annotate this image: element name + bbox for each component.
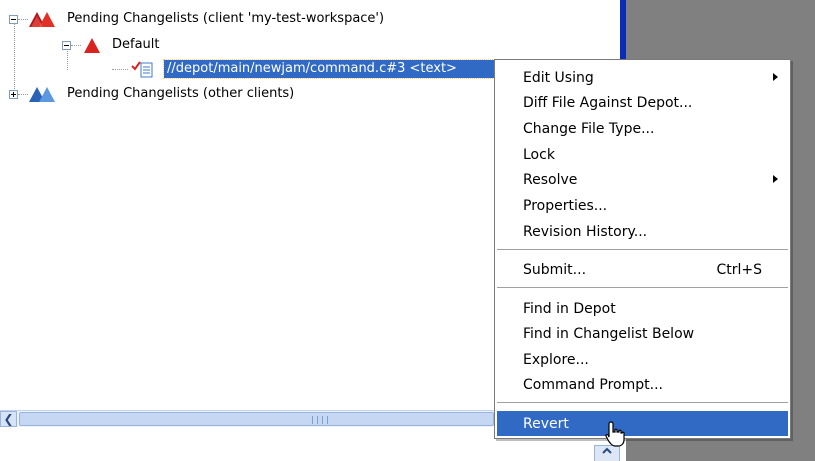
scroll-left-icon[interactable]: ❮ bbox=[0, 411, 17, 427]
tree-node-file[interactable]: //depot/main/newjam/command.c#3 <text> bbox=[112, 59, 547, 79]
menu-item-explore[interactable]: Explore... bbox=[497, 347, 788, 372]
blue-changelist-icon bbox=[28, 85, 58, 103]
menu-item-label: Find in Depot bbox=[523, 300, 616, 317]
menu-item-label: Revert bbox=[523, 415, 569, 432]
menu-item-label: Find in Changelist Below bbox=[523, 325, 695, 342]
menu-item-label: Diff File Against Depot... bbox=[523, 94, 693, 111]
scrollbar-thumb[interactable] bbox=[19, 412, 494, 426]
tree-node-pending-changelists-client[interactable]: Pending Changelists (client 'my-test-wor… bbox=[9, 9, 387, 29]
tree-line bbox=[18, 93, 28, 95]
tree-node-pending-changelists-other[interactable]: Pending Changelists (other clients) bbox=[9, 84, 297, 104]
menu-item-find-in-changelist[interactable]: Find in Changelist Below bbox=[497, 321, 788, 346]
submenu-arrow-icon bbox=[773, 175, 778, 183]
menu-item-revert[interactable]: Revert bbox=[497, 411, 788, 436]
menu-item-shortcut: Ctrl+S bbox=[716, 261, 762, 278]
menu-item-label: Command Prompt... bbox=[523, 376, 663, 393]
menu-item-resolve[interactable]: Resolve bbox=[497, 167, 788, 192]
tree-line bbox=[18, 18, 28, 20]
grip-icon bbox=[312, 416, 328, 424]
menu-item-label: Explore... bbox=[523, 351, 589, 368]
menu-item-properties[interactable]: Properties... bbox=[497, 193, 788, 218]
menu-item-label: Properties... bbox=[523, 197, 608, 214]
menu-separator bbox=[497, 402, 788, 404]
submenu-arrow-icon bbox=[773, 73, 778, 81]
red-changelist-icon bbox=[28, 10, 58, 28]
menu-item-label: Edit Using bbox=[523, 69, 594, 86]
collapse-icon[interactable] bbox=[62, 40, 71, 50]
menu-separator bbox=[497, 249, 788, 251]
horizontal-scrollbar[interactable]: ❮ bbox=[0, 410, 494, 427]
red-triangle-icon bbox=[81, 36, 103, 54]
tree-node-label: Pending Changelists (other clients) bbox=[67, 86, 295, 101]
menu-separator bbox=[497, 287, 788, 289]
tree-line bbox=[71, 44, 81, 46]
menu-item-label: Lock bbox=[523, 146, 555, 163]
tree-node-label: Default bbox=[112, 37, 160, 52]
collapse-icon[interactable] bbox=[9, 14, 18, 24]
menu-item-lock[interactable]: Lock bbox=[497, 142, 788, 167]
tree-node-label: Pending Changelists (client 'my-test-wor… bbox=[67, 11, 385, 26]
mouse-pointer-icon bbox=[604, 421, 626, 451]
menu-item-label: Submit... bbox=[523, 261, 587, 278]
menu-item-command-prompt[interactable]: Command Prompt... bbox=[497, 372, 788, 397]
menu-item-label: Resolve bbox=[523, 171, 578, 188]
context-menu: Edit Using Diff File Against Depot... Ch… bbox=[494, 59, 791, 439]
menu-item-revision-history[interactable]: Revision History... bbox=[497, 219, 788, 244]
tree-node-default[interactable]: Default bbox=[62, 35, 163, 55]
expand-icon[interactable] bbox=[9, 89, 18, 99]
menu-item-edit-using[interactable]: Edit Using bbox=[497, 65, 788, 90]
tree-line bbox=[112, 68, 128, 70]
text-file-icon bbox=[130, 60, 154, 78]
menu-item-submit[interactable]: Submit... Ctrl+S bbox=[497, 257, 788, 282]
menu-item-diff-file[interactable]: Diff File Against Depot... bbox=[497, 90, 788, 115]
menu-item-label: Revision History... bbox=[523, 223, 648, 240]
menu-item-label: Change File Type... bbox=[523, 120, 655, 137]
tree-node-label: //depot/main/newjam/command.c#3 <text> bbox=[163, 59, 547, 79]
tree-line bbox=[14, 23, 15, 93]
menu-item-find-in-depot[interactable]: Find in Depot bbox=[497, 296, 788, 321]
menu-item-change-file-type[interactable]: Change File Type... bbox=[497, 116, 788, 141]
